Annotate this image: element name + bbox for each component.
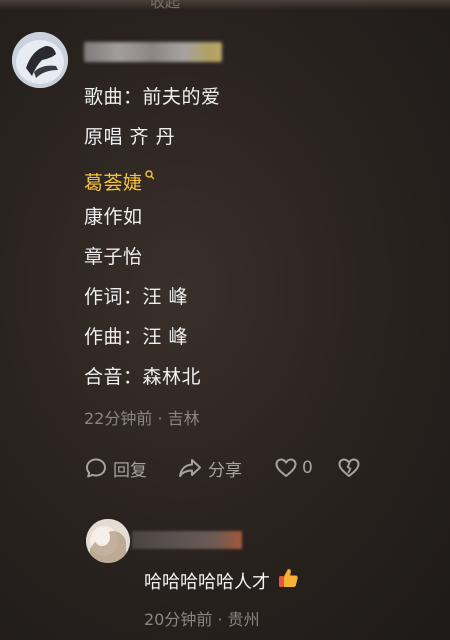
- reply-username-blurred[interactable]: [132, 531, 242, 549]
- highlighted-name-link[interactable]: 葛荟婕: [84, 165, 155, 195]
- reply-avatar-image: [86, 519, 130, 563]
- reply-avatar[interactable]: [86, 519, 130, 563]
- like-count: 0: [302, 458, 313, 478]
- share-button[interactable]: 分享: [177, 455, 242, 481]
- share-arrow-icon: [177, 456, 203, 480]
- search-icon[interactable]: [144, 165, 155, 189]
- speech-bubble-icon: [84, 456, 108, 480]
- comment-timestamp-location: 22分钟前 · 吉林: [84, 409, 200, 428]
- highlighted-name-text[interactable]: 葛荟婕: [84, 172, 143, 194]
- top-fade: [0, 0, 450, 10]
- comment-line-1: 歌曲：前夫的爱: [84, 86, 221, 108]
- comment-line-7: 作曲：汪 峰: [84, 326, 189, 348]
- comment-line-6: 作词：汪 峰: [84, 286, 189, 308]
- comment-line-8: 合音：森林北: [84, 366, 202, 388]
- reply-label: 回复: [113, 460, 147, 481]
- thumbs-up-emoji: [276, 566, 300, 595]
- reply-text-row: 哈哈哈哈哈人才: [144, 566, 300, 595]
- broken-heart-icon: [337, 456, 361, 480]
- username-blurred[interactable]: [84, 42, 222, 62]
- reply-text: 哈哈哈哈哈人才: [144, 571, 270, 593]
- reply-timestamp-location: 20分钟前 · 贵州: [144, 610, 260, 629]
- reply-button[interactable]: 回复: [84, 455, 147, 481]
- dislike-button[interactable]: [337, 455, 361, 481]
- comment-line-2: 原唱 齐 丹: [84, 126, 176, 148]
- comment-line-5: 章子怡: [84, 246, 143, 268]
- avatar-image: [12, 32, 68, 88]
- heart-icon: [274, 456, 298, 480]
- comment-line-4: 康作如: [84, 206, 143, 228]
- avatar[interactable]: [12, 32, 68, 88]
- share-label: 分享: [208, 460, 242, 481]
- like-button[interactable]: 0: [274, 455, 313, 481]
- collapse-text[interactable]: 收起: [150, 0, 180, 12]
